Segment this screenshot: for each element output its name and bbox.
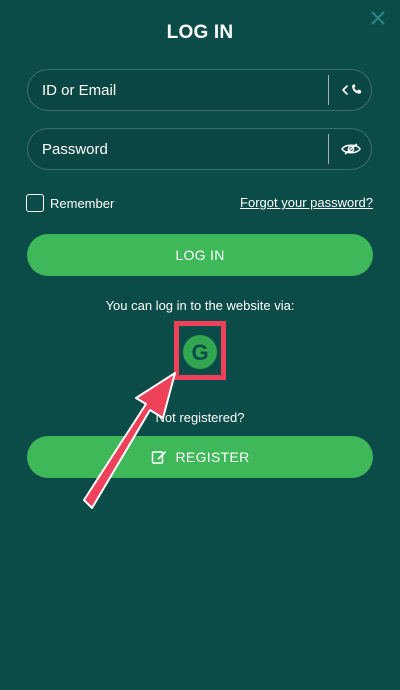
login-button[interactable]: LOG IN [27,234,373,276]
login-button-label: LOG IN [175,247,225,263]
social-login-text: You can log in to the website via: [105,298,295,313]
register-button-label: REGISTER [175,449,250,465]
field-divider [328,75,329,105]
forgot-password-link[interactable]: Forgot your password? [240,195,373,210]
id-email-input[interactable] [42,70,312,110]
password-field[interactable] [27,128,372,170]
field-divider [328,134,329,164]
remember-checkbox[interactable]: Remember [26,193,114,213]
not-registered-text: Not registered? [155,410,245,425]
eye-slash-icon[interactable] [339,137,363,161]
login-screen: LOG IN Remember Forgot your password? LO… [0,0,400,690]
phone-toggle-icon[interactable] [339,78,363,102]
edit-icon [151,451,166,464]
remember-label: Remember [50,195,115,211]
password-input[interactable] [42,129,312,169]
page-title: LOG IN [166,22,234,43]
register-button[interactable]: REGISTER [27,436,373,478]
id-email-field[interactable] [27,69,372,111]
checkbox-box[interactable] [26,194,44,212]
highlight-box [174,321,226,380]
